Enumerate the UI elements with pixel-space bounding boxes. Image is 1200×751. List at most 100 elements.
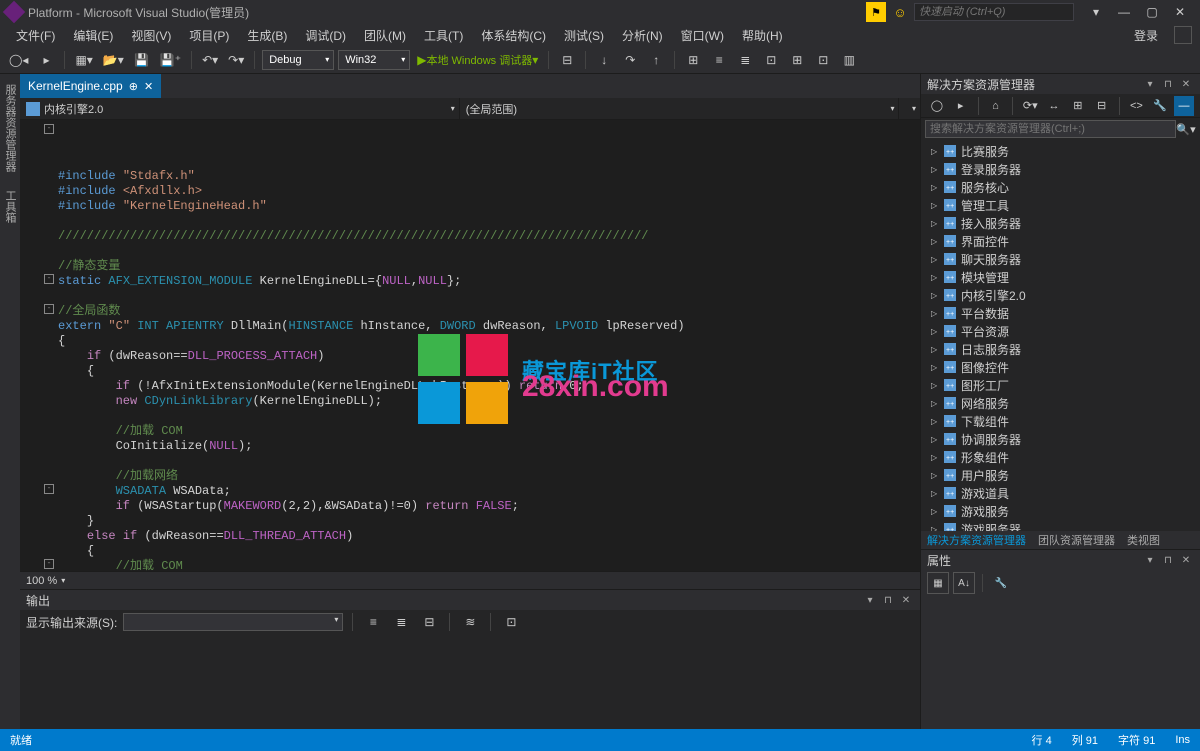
menu-item[interactable]: 视图(V) (123, 25, 179, 46)
save-button[interactable]: 💾 (131, 49, 153, 71)
menu-item[interactable]: 项目(P) (181, 25, 237, 46)
tree-item[interactable]: ▷++网络服务 (921, 394, 1200, 412)
tree-item[interactable]: ▷++协调服务器 (921, 430, 1200, 448)
tree-item[interactable]: ▷++平台资源 (921, 322, 1200, 340)
login-button[interactable]: 登录 (1126, 25, 1166, 46)
caret-icon[interactable]: ▷ (931, 255, 941, 264)
minimize-button[interactable]: — (1110, 2, 1138, 22)
tree-item[interactable]: ▷++管理工具 (921, 196, 1200, 214)
caret-icon[interactable]: ▷ (931, 489, 941, 498)
pin-icon[interactable]: ⊕ (129, 80, 138, 93)
maximize-button[interactable]: ▢ (1138, 2, 1166, 22)
se-showall-button[interactable]: ⊞ (1068, 96, 1088, 116)
se-refresh-button[interactable]: ⟳▾ (1020, 96, 1040, 116)
window-dropdown-icon[interactable]: ▾ (1082, 2, 1110, 22)
redo-button[interactable]: ↷▾ (225, 49, 247, 71)
caret-icon[interactable]: ▷ (931, 219, 941, 228)
tree-item[interactable]: ▷++下载组件 (921, 412, 1200, 430)
fold-toggle[interactable]: - (44, 124, 54, 134)
toolbar-btn-6[interactable]: ⊡ (812, 49, 834, 71)
output-source-select[interactable] (123, 613, 343, 631)
menu-item[interactable]: 编辑(E) (65, 25, 121, 46)
tree-item[interactable]: ▷++图像控件 (921, 358, 1200, 376)
tree-item[interactable]: ▷++界面控件 (921, 232, 1200, 250)
open-file-button[interactable]: 📂▾ (100, 49, 127, 71)
caret-icon[interactable]: ▷ (931, 399, 941, 408)
start-debug-button[interactable]: ▶ 本地 Windows 调试器 ▾ (414, 49, 541, 71)
caret-icon[interactable]: ▷ (931, 417, 941, 426)
output-btn-2[interactable]: ≣ (390, 611, 412, 633)
pane-tab[interactable]: 解决方案资源管理器 (921, 531, 1032, 549)
pane-tab[interactable]: 类视图 (1121, 531, 1166, 549)
zoom-dropdown-icon[interactable]: ▾ (61, 576, 65, 585)
se-back-button[interactable]: ◯ (927, 96, 947, 116)
tree-item[interactable]: ▷++游戏服务器 (921, 520, 1200, 531)
search-icon[interactable]: 🔍▾ (1176, 119, 1196, 139)
platform-select[interactable]: Win32 (338, 50, 410, 70)
se-dropdown-icon[interactable]: ▾ (1142, 76, 1158, 92)
caret-icon[interactable]: ▷ (931, 237, 941, 246)
menu-item[interactable]: 帮助(H) (734, 25, 791, 46)
fold-toggle[interactable]: - (44, 274, 54, 284)
se-code-button[interactable]: <> (1127, 96, 1147, 116)
caret-icon[interactable]: ▷ (931, 453, 941, 462)
code-editor[interactable]: ----- 藏宝库iT社区 28xin.com (20, 120, 920, 571)
save-all-button[interactable]: 💾⁺ (157, 49, 184, 71)
tree-item[interactable]: ▷++登录服务器 (921, 160, 1200, 178)
caret-icon[interactable]: ▷ (931, 291, 941, 300)
output-btn-4[interactable]: ≋ (459, 611, 481, 633)
se-sync-button[interactable]: ↔ (1044, 96, 1064, 116)
tree-item[interactable]: ▷++服务核心 (921, 178, 1200, 196)
solution-tree[interactable]: ▷++比赛服务▷++登录服务器▷++服务核心▷++管理工具▷++接入服务器▷++… (921, 140, 1200, 531)
pane-tab[interactable]: 团队资源管理器 (1032, 531, 1121, 549)
document-tab[interactable]: KernelEngine.cpp ⊕ ✕ (20, 74, 161, 98)
caret-icon[interactable]: ▷ (931, 165, 941, 174)
caret-icon[interactable]: ▷ (931, 309, 941, 318)
menu-item[interactable]: 调试(D) (297, 25, 354, 46)
caret-icon[interactable]: ▷ (931, 471, 941, 480)
close-tab-icon[interactable]: ✕ (144, 80, 153, 93)
zoom-level[interactable]: 100 % (26, 575, 57, 587)
caret-icon[interactable]: ▷ (931, 507, 941, 516)
props-alpha-button[interactable]: A↓ (953, 572, 975, 594)
menu-item[interactable]: 工具(T) (416, 25, 471, 46)
feedback-icon[interactable]: ☺ (890, 2, 910, 22)
tree-item[interactable]: ▷++形象组件 (921, 448, 1200, 466)
se-home-button[interactable]: ⌂ (986, 96, 1006, 116)
fold-toggle[interactable]: - (44, 559, 54, 569)
step-over-button[interactable]: ↷ (619, 49, 641, 71)
caret-icon[interactable]: ▷ (931, 435, 941, 444)
member-dropdown[interactable]: (全局范围) (460, 98, 900, 119)
toolbar-btn-7[interactable]: ▥ (838, 49, 860, 71)
caret-icon[interactable]: ▷ (931, 183, 941, 192)
toolbox-tab[interactable]: 工具箱 (2, 186, 18, 227)
tree-item[interactable]: ▷++内核引擎2.0 (921, 286, 1200, 304)
avatar-icon[interactable] (1174, 26, 1192, 44)
toolbar-btn-a[interactable]: ⊟ (556, 49, 578, 71)
menu-item[interactable]: 测试(S) (556, 25, 612, 46)
menu-item[interactable]: 团队(M) (356, 25, 414, 46)
props-wrench-icon[interactable]: 🔧 (990, 572, 1012, 594)
se-fwd-button[interactable]: ▸ (951, 96, 971, 116)
tree-item[interactable]: ▷++平台数据 (921, 304, 1200, 322)
panel-pin-icon[interactable]: ⊓ (880, 592, 896, 608)
panel-dropdown-icon[interactable]: ▾ (862, 592, 878, 608)
caret-icon[interactable]: ▷ (931, 381, 941, 390)
tree-item[interactable]: ▷++接入服务器 (921, 214, 1200, 232)
notification-flag-icon[interactable]: ⚑ (866, 2, 886, 22)
toolbar-btn-5[interactable]: ⊞ (786, 49, 808, 71)
caret-icon[interactable]: ▷ (931, 327, 941, 336)
se-close-icon[interactable]: ✕ (1178, 76, 1194, 92)
output-btn-5[interactable]: ⊡ (500, 611, 522, 633)
props-dropdown-icon[interactable]: ▾ (1142, 552, 1158, 568)
tree-item[interactable]: ▷++比赛服务 (921, 142, 1200, 160)
menu-item[interactable]: 分析(N) (614, 25, 671, 46)
step-out-button[interactable]: ↑ (645, 49, 667, 71)
caret-icon[interactable]: ▷ (931, 147, 941, 156)
props-pin-icon[interactable]: ⊓ (1160, 552, 1176, 568)
output-btn-1[interactable]: ≡ (362, 611, 384, 633)
tree-item[interactable]: ▷++图形工厂 (921, 376, 1200, 394)
props-categorize-button[interactable]: ▦ (927, 572, 949, 594)
quick-launch-input[interactable] (914, 3, 1074, 21)
caret-icon[interactable]: ▷ (931, 345, 941, 354)
